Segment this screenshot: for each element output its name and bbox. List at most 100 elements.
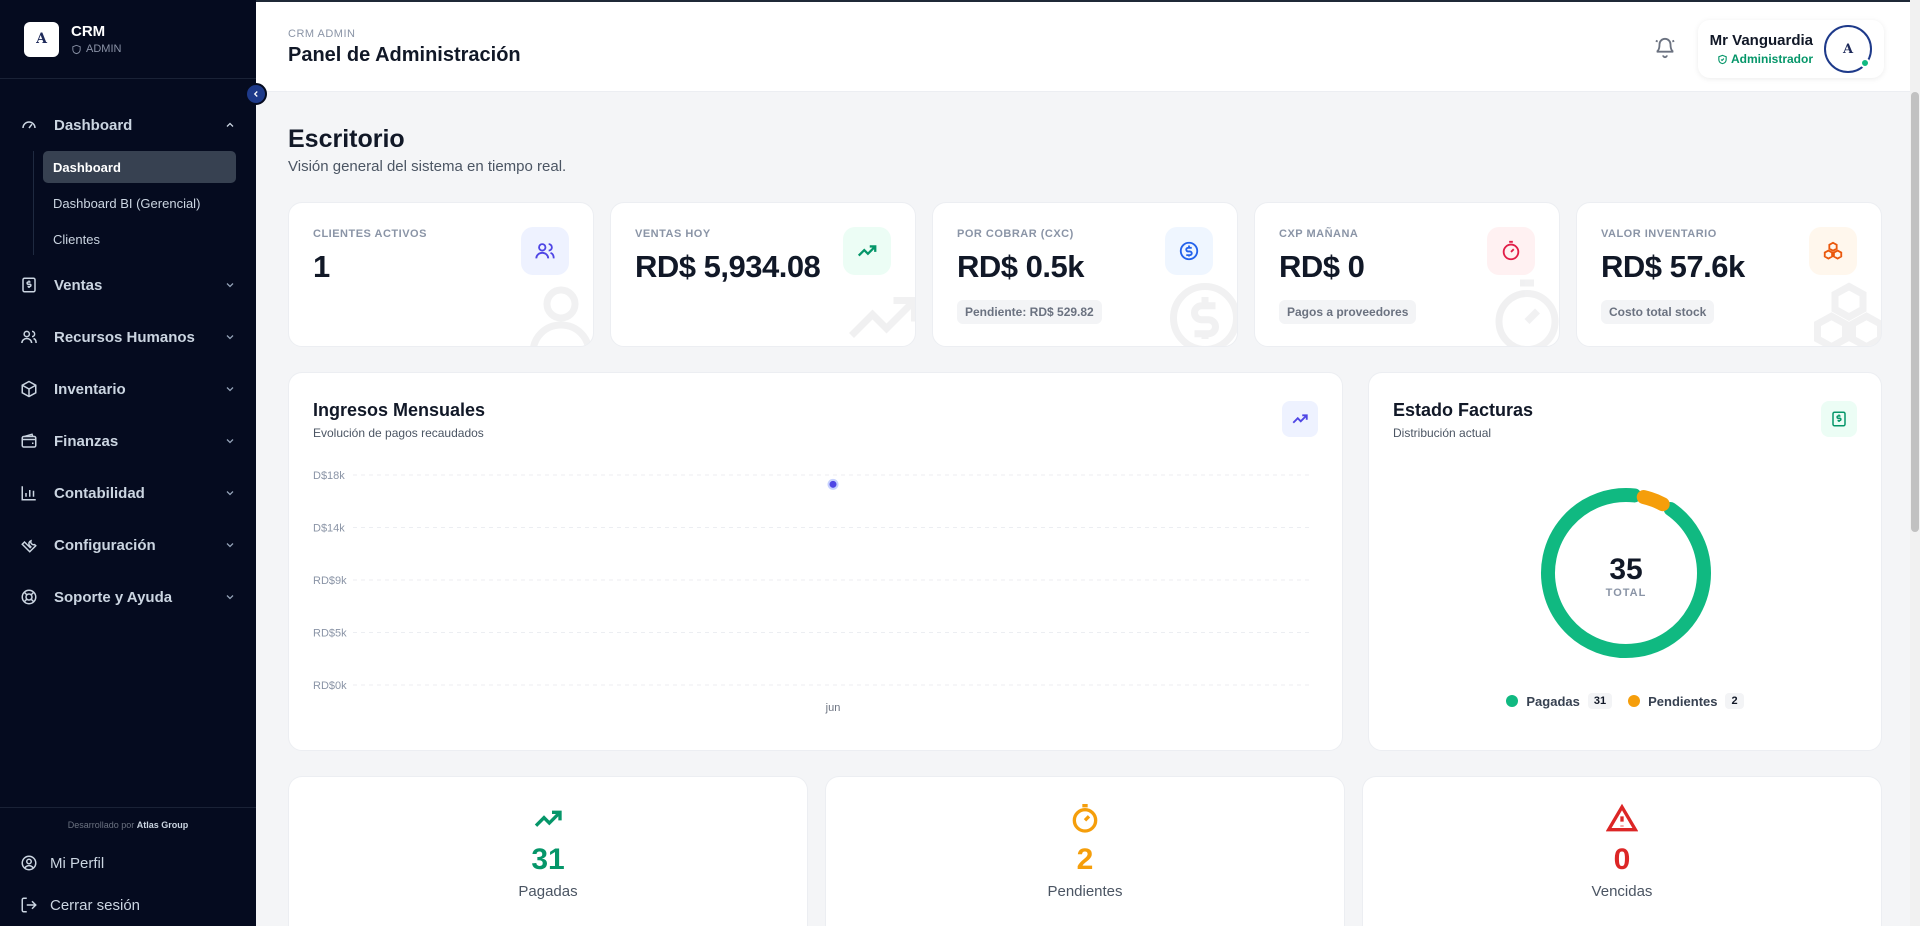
sidebar-item-recursos-humanos[interactable]: Recursos Humanos xyxy=(0,311,256,363)
page-scrollbar[interactable] xyxy=(1910,0,1920,926)
profile-link[interactable]: Mi Perfil xyxy=(0,842,256,884)
legend-count: 31 xyxy=(1587,693,1613,709)
data-point[interactable] xyxy=(827,478,839,490)
top-header: CRM ADMIN Panel de Administración Mr Van… xyxy=(256,0,1920,92)
kpi-value: RD$ 0.5k xyxy=(957,249,1084,284)
kpi-chip: Pendiente: RD$ 529.82 xyxy=(957,300,1102,324)
trending-up-icon[interactable] xyxy=(1282,401,1318,437)
header-title: Panel de Administración xyxy=(288,44,521,66)
kpi-card-valor-inventario: VALOR INVENTARIO RD$ 57.6k Costo total s… xyxy=(1576,202,1882,347)
legend-dot xyxy=(1628,695,1641,707)
online-status-dot xyxy=(1860,58,1870,68)
trending-up-icon xyxy=(534,810,562,827)
bar-chart-icon xyxy=(20,484,38,502)
panel-subtitle: Evolución de pagos recaudados xyxy=(313,426,484,440)
legend-item-pendientes[interactable]: Pendientes 2 xyxy=(1628,693,1744,709)
boxes-watermark-icon xyxy=(1814,282,1881,346)
kpi-value: RD$ 57.6k xyxy=(1601,249,1745,284)
dollar-watermark-icon xyxy=(1170,283,1237,346)
bell-icon[interactable] xyxy=(1654,37,1676,59)
submenu-item-dashboard[interactable]: Dashboard xyxy=(43,151,236,183)
stat-card-pagadas: 31 Pagadas xyxy=(288,776,808,926)
avatar: A xyxy=(1824,25,1872,73)
chevron-down-icon xyxy=(226,387,234,392)
sidebar: A CRM ADMIN Dashboard Dashboard Dashboar… xyxy=(0,0,256,926)
breadcrumb: CRM ADMIN xyxy=(288,28,356,40)
y-tick-label: RD$5k xyxy=(313,628,347,640)
stat-label: Vencidas xyxy=(1591,883,1653,900)
submenu-item-clientes[interactable]: Clientes xyxy=(43,223,236,255)
panel-subtitle: Distribución actual xyxy=(1393,426,1492,440)
users-watermark-icon xyxy=(530,286,592,346)
sidebar-footer: Desarrollado por Atlas Group Mi Perfil C… xyxy=(0,807,256,926)
donut-slice-pendientes[interactable] xyxy=(1636,490,1670,512)
income-line-chart: D$18k D$14k RD$9k RD$5k RD$0k jun xyxy=(313,470,1313,714)
chevron-up-icon xyxy=(226,122,234,127)
kpi-card-clientes-activos: CLIENTES ACTIVOS 1 xyxy=(288,202,594,347)
y-tick-label: RD$9k xyxy=(313,575,347,587)
shield-check-icon xyxy=(1718,54,1727,64)
trending-up-icon xyxy=(843,227,891,275)
donut-total-label: TOTAL xyxy=(1605,587,1647,599)
dollar-receipt-icon[interactable] xyxy=(1821,401,1857,437)
collapse-sidebar-button[interactable] xyxy=(245,83,267,105)
income-chart-panel: Ingresos Mensuales Evolución de pagos re… xyxy=(288,372,1343,751)
chevron-down-icon xyxy=(226,595,234,600)
sidebar-item-dashboard[interactable]: Dashboard xyxy=(0,99,256,151)
stat-value: 31 xyxy=(531,843,565,876)
page-subtitle: Visión general del sistema en tiempo rea… xyxy=(288,158,567,175)
kpi-chip: Pagos a proveedores xyxy=(1279,300,1417,324)
dashboard-submenu: Dashboard Dashboard BI (Gerencial) Clien… xyxy=(33,151,256,255)
lifebuoy-icon xyxy=(20,588,38,606)
chart-legend: Pagadas 31 Pendientes 2 xyxy=(1369,693,1881,709)
legend-count: 2 xyxy=(1725,693,1744,709)
y-tick-label: D$18k xyxy=(313,470,345,482)
page-title: Escritorio xyxy=(288,125,405,153)
kpi-card-cxp-manana: CXP MAÑANA RD$ 0 Pagos a proveedores xyxy=(1254,202,1560,347)
sidebar-item-configuracion[interactable]: Configuración xyxy=(0,519,256,571)
alert-triangle-icon xyxy=(1606,803,1638,832)
brand-subtitle: ADMIN xyxy=(71,43,121,55)
kpi-card-ventas-hoy: VENTAS HOY RD$ 5,934.08 xyxy=(610,202,916,347)
logout-link[interactable]: Cerrar sesión xyxy=(0,884,256,926)
dollar-receipt-icon xyxy=(20,276,38,294)
wallet-icon xyxy=(20,432,38,450)
stat-card-vencidas: 0 Vencidas xyxy=(1362,776,1882,926)
chevron-down-icon xyxy=(226,491,234,496)
sidebar-item-soporte[interactable]: Soporte y Ayuda xyxy=(0,571,256,623)
panel-title: Estado Facturas xyxy=(1393,400,1534,420)
panel-title: Ingresos Mensuales xyxy=(313,400,486,420)
sidebar-item-contabilidad[interactable]: Contabilidad xyxy=(0,467,256,519)
sidebar-item-inventario[interactable]: Inventario xyxy=(0,363,256,415)
stat-value: 0 xyxy=(1613,843,1631,876)
users-icon xyxy=(20,328,38,346)
legend-dot xyxy=(1506,695,1519,707)
logout-icon xyxy=(21,897,37,913)
timer-icon xyxy=(1072,804,1098,833)
developer-credit: Desarrollado por Atlas Group xyxy=(67,820,189,830)
brand-title: CRM xyxy=(71,23,106,40)
donut-center: 35 TOTAL xyxy=(1526,553,1726,599)
user-menu[interactable]: Mr Vanguardia Administrador A xyxy=(1698,20,1884,78)
submenu-item-dashboard-bi[interactable]: Dashboard BI (Gerencial) xyxy=(43,187,236,219)
sidebar-item-ventas[interactable]: Ventas xyxy=(0,259,256,311)
kpi-chip: Costo total stock xyxy=(1601,300,1715,324)
x-tick-label: jun xyxy=(825,702,841,714)
y-tick-label: RD$0k xyxy=(313,680,347,692)
legend-item-pagadas[interactable]: Pagadas 31 xyxy=(1506,693,1613,709)
y-tick-label: D$14k xyxy=(313,523,345,535)
users-icon xyxy=(521,227,569,275)
sidebar-item-finanzas[interactable]: Finanzas xyxy=(0,415,256,467)
brand-logo: A xyxy=(24,21,59,57)
brand[interactable]: A CRM ADMIN xyxy=(0,0,256,79)
timer-icon xyxy=(1487,227,1535,275)
stat-label: Pendientes xyxy=(1047,883,1123,900)
stat-value: 2 xyxy=(1076,843,1094,876)
kpi-card-por-cobrar: POR COBRAR (CXC) RD$ 0.5k Pendiente: RD$… xyxy=(932,202,1238,347)
trending-watermark-icon xyxy=(849,297,915,338)
donut-total: 35 xyxy=(1609,553,1643,586)
scrollbar-thumb[interactable] xyxy=(1911,92,1919,532)
user-circle-icon xyxy=(21,855,37,871)
user-name: Mr Vanguardia xyxy=(1709,32,1813,49)
invoice-status-panel: Estado Facturas Distribución actual 35 T… xyxy=(1368,372,1882,751)
